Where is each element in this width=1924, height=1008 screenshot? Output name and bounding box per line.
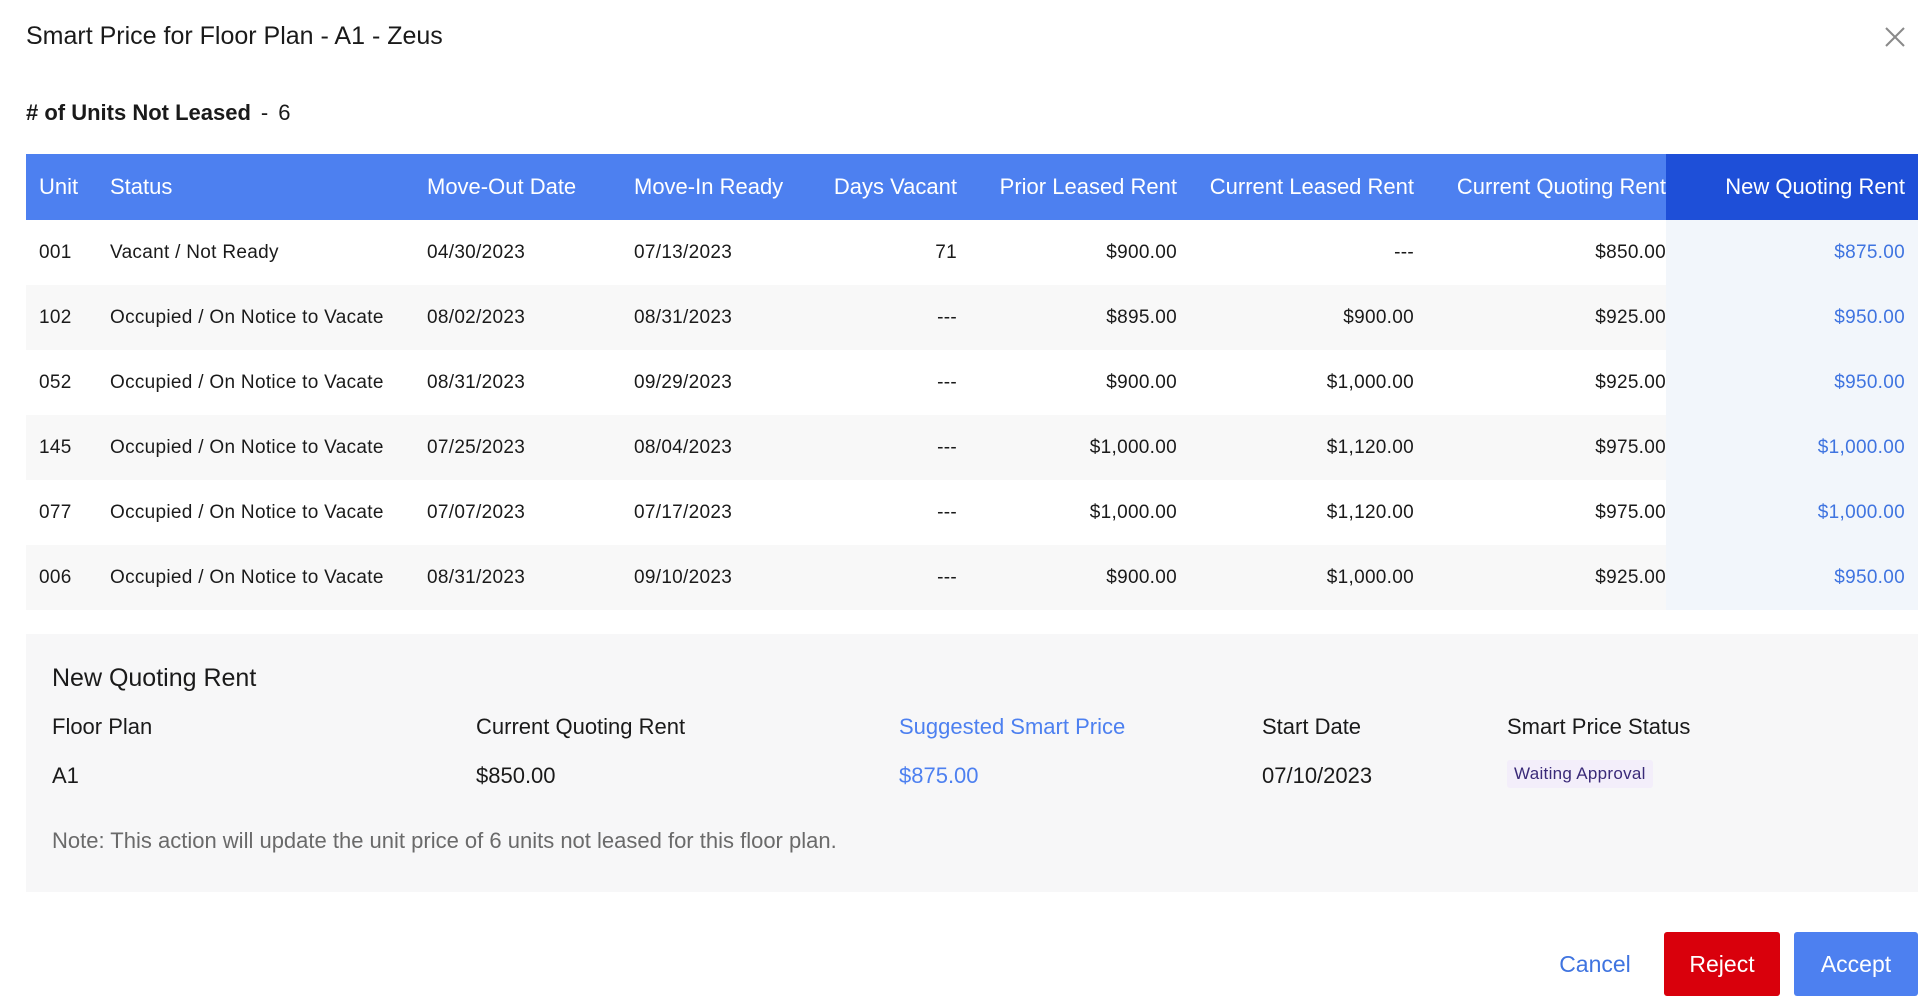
cell-current-quoting-rent: $975.00 xyxy=(1595,501,1666,523)
accept-button[interactable]: Accept xyxy=(1794,932,1918,996)
cell-unit: 001 xyxy=(39,241,72,263)
header-unit[interactable]: Unit xyxy=(26,174,110,200)
cell-move-out-date: 08/31/2023 xyxy=(427,566,526,588)
cell-unit: 102 xyxy=(39,306,72,328)
header-prior-leased-rent[interactable]: Prior Leased Rent xyxy=(957,174,1177,200)
cell-current-quoting-rent: $975.00 xyxy=(1595,436,1666,458)
cell-current-quoting-rent: $925.00 xyxy=(1595,306,1666,328)
units-not-leased-label: # of Units Not Leased xyxy=(26,100,251,125)
cell-days-vacant: --- xyxy=(937,306,957,328)
cell-days-vacant: --- xyxy=(937,566,957,588)
current-quoting-rent-label: Current Quoting Rent xyxy=(476,714,686,739)
floor-plan-label: Floor Plan xyxy=(52,714,153,739)
cell-status: Occupied / On Notice to Vacate xyxy=(110,436,384,458)
table-row[interactable]: 102 Occupied / On Notice to Vacate 08/02… xyxy=(26,285,1918,350)
header-current-quoting-rent[interactable]: Current Quoting Rent xyxy=(1414,174,1666,200)
cell-unit: 006 xyxy=(39,566,72,588)
cell-current-leased-rent: --- xyxy=(1394,241,1414,263)
table-row[interactable]: 052 Occupied / On Notice to Vacate 08/31… xyxy=(26,350,1918,415)
cell-move-in-ready: 07/17/2023 xyxy=(634,501,733,523)
cell-new-quoting-rent: $1,000.00 xyxy=(1666,415,1918,480)
reject-button[interactable]: Reject xyxy=(1664,932,1780,996)
cell-prior-leased-rent: $1,000.00 xyxy=(1089,436,1177,458)
start-date-column: Start Date 07/10/2023 xyxy=(1262,714,1372,789)
table-row[interactable]: 077 Occupied / On Notice to Vacate 07/07… xyxy=(26,480,1918,545)
cell-move-in-ready: 09/10/2023 xyxy=(634,566,733,588)
cell-status: Occupied / On Notice to Vacate xyxy=(110,371,384,393)
cell-current-quoting-rent: $925.00 xyxy=(1595,566,1666,588)
cell-move-out-date: 08/31/2023 xyxy=(427,371,526,393)
suggested-smart-price-label: Suggested Smart Price xyxy=(899,714,1126,739)
cell-unit: 145 xyxy=(39,436,72,458)
header-move-in-ready[interactable]: Move-In Ready xyxy=(634,174,817,200)
modal-title: Smart Price for Floor Plan - A1 - Zeus xyxy=(26,22,443,50)
cell-unit: 077 xyxy=(39,501,72,523)
table-row[interactable]: 001 Vacant / Not Ready 04/30/2023 07/13/… xyxy=(26,220,1918,285)
cell-days-vacant: --- xyxy=(937,371,957,393)
cell-move-out-date: 04/30/2023 xyxy=(427,241,526,263)
cell-current-leased-rent: $1,120.00 xyxy=(1326,436,1414,458)
cell-new-quoting-rent: $875.00 xyxy=(1666,220,1918,285)
start-date-label: Start Date xyxy=(1262,714,1362,739)
cell-status: Vacant / Not Ready xyxy=(110,241,279,263)
smart-price-status-column: Smart Price Status Waiting Approval xyxy=(1507,714,1690,788)
current-quoting-rent-column: Current Quoting Rent $850.00 xyxy=(476,714,685,789)
panel-note: Note: This action will update the unit p… xyxy=(52,828,837,853)
cell-status: Occupied / On Notice to Vacate xyxy=(110,566,384,588)
units-table: Unit Status Move-Out Date Move-In Ready … xyxy=(26,154,1918,610)
cell-prior-leased-rent: $1,000.00 xyxy=(1089,501,1177,523)
cell-prior-leased-rent: $900.00 xyxy=(1106,371,1177,393)
cell-move-in-ready: 08/04/2023 xyxy=(634,436,733,458)
table-row[interactable]: 145 Occupied / On Notice to Vacate 07/25… xyxy=(26,415,1918,480)
cell-current-leased-rent: $1,000.00 xyxy=(1326,566,1414,588)
header-new-quoting-rent[interactable]: New Quoting Rent xyxy=(1666,154,1918,220)
header-status[interactable]: Status xyxy=(110,174,427,200)
table-header-row: Unit Status Move-Out Date Move-In Ready … xyxy=(26,154,1918,220)
suggested-smart-price-value: $875.00 xyxy=(899,763,979,788)
header-current-leased-rent[interactable]: Current Leased Rent xyxy=(1177,174,1414,200)
units-not-leased-separator: - xyxy=(260,100,269,125)
cell-current-quoting-rent: $850.00 xyxy=(1595,241,1666,263)
header-days-vacant[interactable]: Days Vacant xyxy=(817,174,957,200)
cell-current-leased-rent: $1,000.00 xyxy=(1326,371,1414,393)
cell-move-in-ready: 09/29/2023 xyxy=(634,371,733,393)
cancel-button[interactable]: Cancel xyxy=(1540,932,1650,996)
cell-prior-leased-rent: $895.00 xyxy=(1106,306,1177,328)
cell-current-quoting-rent: $925.00 xyxy=(1595,371,1666,393)
cell-move-out-date: 07/07/2023 xyxy=(427,501,526,523)
cell-prior-leased-rent: $900.00 xyxy=(1106,566,1177,588)
cell-current-leased-rent: $1,120.00 xyxy=(1326,501,1414,523)
units-not-leased-summary: # of Units Not Leased -6 xyxy=(26,100,291,126)
cell-status: Occupied / On Notice to Vacate xyxy=(110,501,384,523)
table-row[interactable]: 006 Occupied / On Notice to Vacate 08/31… xyxy=(26,545,1918,610)
header-move-out-date[interactable]: Move-Out Date xyxy=(427,174,634,200)
cell-status: Occupied / On Notice to Vacate xyxy=(110,306,384,328)
cell-new-quoting-rent: $1,000.00 xyxy=(1666,480,1918,545)
cell-new-quoting-rent: $950.00 xyxy=(1666,350,1918,415)
cell-move-out-date: 07/25/2023 xyxy=(427,436,526,458)
floor-plan-column: Floor Plan A1 xyxy=(52,714,152,789)
status-badge: Waiting Approval xyxy=(1507,760,1653,788)
smart-price-status-label: Smart Price Status xyxy=(1507,714,1691,739)
cell-days-vacant: 71 xyxy=(935,241,957,263)
current-quoting-rent-value: $850.00 xyxy=(476,763,556,788)
floor-plan-value: A1 xyxy=(52,763,79,788)
cell-move-out-date: 08/02/2023 xyxy=(427,306,526,328)
cell-new-quoting-rent: $950.00 xyxy=(1666,285,1918,350)
cell-days-vacant: --- xyxy=(937,501,957,523)
cell-new-quoting-rent: $950.00 xyxy=(1666,545,1918,610)
cell-prior-leased-rent: $900.00 xyxy=(1106,241,1177,263)
cell-move-in-ready: 08/31/2023 xyxy=(634,306,733,328)
units-not-leased-count: 6 xyxy=(278,100,291,125)
new-quoting-rent-panel: New Quoting Rent Floor Plan A1 Current Q… xyxy=(26,634,1918,892)
suggested-smart-price-column: Suggested Smart Price $875.00 xyxy=(899,714,1125,789)
cell-unit: 052 xyxy=(39,371,72,393)
close-icon[interactable] xyxy=(1880,22,1910,52)
cell-days-vacant: --- xyxy=(937,436,957,458)
start-date-value: 07/10/2023 xyxy=(1262,763,1373,788)
panel-title: New Quoting Rent xyxy=(52,664,257,692)
cell-move-in-ready: 07/13/2023 xyxy=(634,241,733,263)
cell-current-leased-rent: $900.00 xyxy=(1343,306,1414,328)
